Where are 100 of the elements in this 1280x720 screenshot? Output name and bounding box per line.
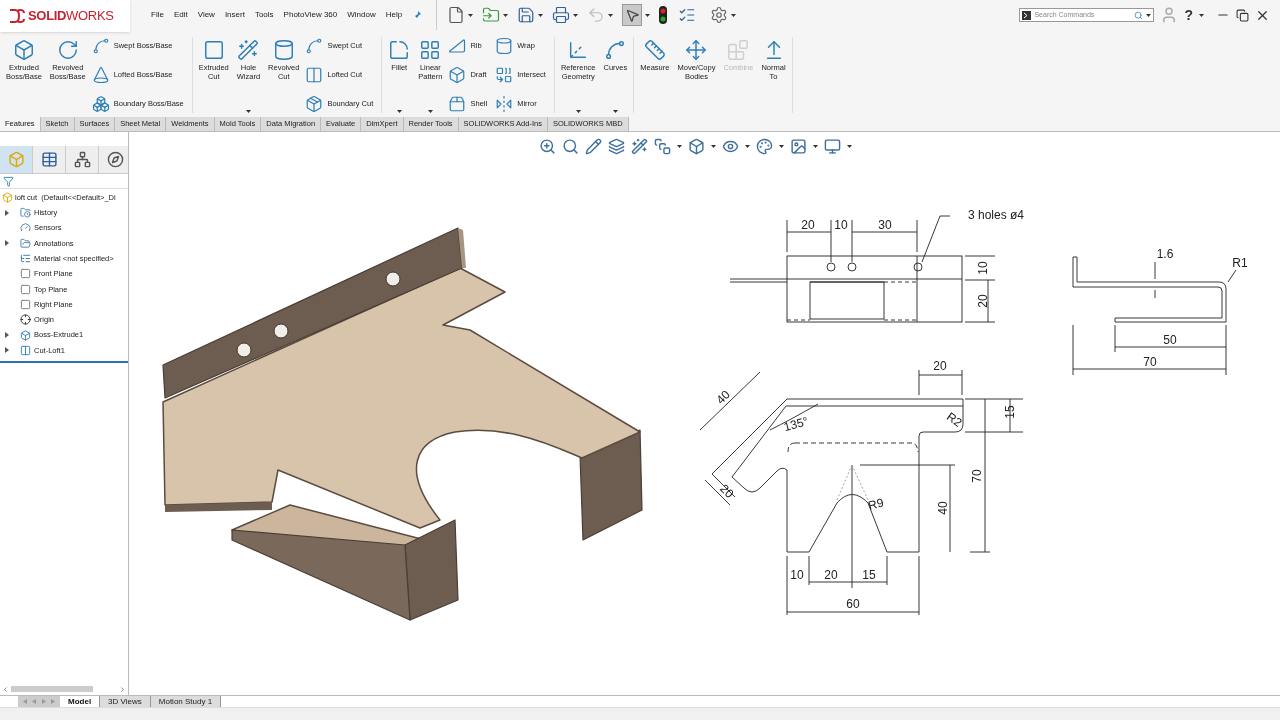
help-button[interactable]: ? xyxy=(1184,4,1193,26)
gear-icon[interactable] xyxy=(710,6,729,24)
dimension-label: 70 xyxy=(970,469,984,483)
menu-item[interactable]: Tools xyxy=(254,9,274,21)
caret-icon[interactable] xyxy=(645,13,651,17)
menu-item[interactable]: View xyxy=(197,9,215,21)
box-icon xyxy=(448,66,467,84)
dimension-label: 10 xyxy=(834,218,848,232)
menu-item[interactable]: Window xyxy=(347,9,376,21)
overlap-icon xyxy=(495,66,514,84)
menu-item[interactable]: Insert xyxy=(224,9,245,21)
eye-icon[interactable] xyxy=(722,138,739,155)
caret-icon[interactable] xyxy=(813,145,818,148)
dimension-label: 40 xyxy=(713,387,733,407)
caret-icon[interactable] xyxy=(503,13,509,17)
zoom-icon[interactable] xyxy=(539,138,556,155)
caret-icon[interactable] xyxy=(1146,13,1152,17)
dimension-label: 135° xyxy=(782,414,810,435)
scene-icon[interactable] xyxy=(790,138,807,155)
rotate-icon xyxy=(56,39,79,61)
dimension-label: 70 xyxy=(1143,355,1157,369)
cut-icon xyxy=(20,344,31,356)
dimension-label: R9 xyxy=(866,495,886,513)
wand-icon[interactable] xyxy=(631,138,648,155)
caret-icon[interactable] xyxy=(847,145,852,148)
expand-arrow-icon[interactable] xyxy=(5,209,9,216)
monitor-icon[interactable] xyxy=(824,138,841,155)
cylinder-icon xyxy=(272,39,295,61)
caret-icon[interactable] xyxy=(612,110,618,113)
dimension-label: 20 xyxy=(976,294,990,308)
caret-icon[interactable] xyxy=(731,13,737,17)
boxes-icon xyxy=(91,95,110,113)
section-icon[interactable] xyxy=(608,138,625,155)
panel-tab[interactable] xyxy=(99,146,128,173)
dimension-label: 15 xyxy=(862,568,876,582)
document-icon[interactable] xyxy=(447,6,466,24)
cube-icon[interactable] xyxy=(688,138,705,155)
caret-icon[interactable] xyxy=(245,110,251,113)
box-icon xyxy=(12,39,35,61)
menu-item[interactable]: Help xyxy=(385,9,403,21)
dimension-label: 10 xyxy=(976,261,990,275)
dimension-label: 20 xyxy=(717,481,737,501)
dimension-label: 20 xyxy=(933,359,947,373)
spline-icon xyxy=(604,39,627,61)
list-icon[interactable] xyxy=(678,6,697,24)
pointer-icon xyxy=(624,7,640,23)
expand-arrow-icon[interactable] xyxy=(5,240,9,247)
columns-icon xyxy=(305,66,324,84)
menu-item[interactable]: PhotoView 360 xyxy=(283,9,338,21)
scroll-right-icon[interactable] xyxy=(119,685,126,693)
list-icon xyxy=(20,253,31,265)
select-button[interactable] xyxy=(622,4,643,26)
compass-icon xyxy=(106,151,124,168)
dimension-label: 40 xyxy=(936,501,950,515)
package-icon xyxy=(448,95,467,113)
expand-arrow-icon[interactable] xyxy=(5,347,9,354)
caret-icon[interactable] xyxy=(745,145,750,148)
folder-clock-icon xyxy=(20,207,31,219)
pencil-icon[interactable] xyxy=(585,138,602,155)
square-icon xyxy=(202,39,225,61)
menu-item[interactable]: File xyxy=(151,9,164,21)
printer-icon[interactable] xyxy=(552,6,571,24)
caret-icon[interactable] xyxy=(396,110,402,113)
dimension-label: 10 xyxy=(790,568,804,582)
filter-icon[interactable] xyxy=(3,175,14,187)
configuration-tree-icon xyxy=(73,151,91,168)
traffic-light-icon[interactable] xyxy=(659,6,668,24)
scroll-left-icon[interactable] xyxy=(2,685,9,693)
caret-icon[interactable] xyxy=(677,145,682,148)
model-tab[interactable]: 3D Views xyxy=(100,696,151,707)
palette-icon[interactable] xyxy=(756,138,773,155)
panel-tab[interactable] xyxy=(66,146,99,173)
dimension-label: 30 xyxy=(878,218,892,232)
search-icon[interactable] xyxy=(562,138,579,155)
caret-icon[interactable] xyxy=(711,145,716,148)
logo-icon xyxy=(8,8,26,24)
caret-icon[interactable] xyxy=(779,145,784,148)
restore-icon[interactable] xyxy=(1236,8,1249,22)
dimension-label: 50 xyxy=(1163,333,1177,347)
caret-icon[interactable] xyxy=(573,13,579,17)
caret-icon[interactable] xyxy=(1199,13,1204,17)
dimension-label: R2 xyxy=(944,409,965,430)
caret-icon[interactable] xyxy=(427,110,433,113)
spline-icon xyxy=(91,37,110,55)
caret-icon[interactable] xyxy=(468,13,474,17)
expand-arrow-icon[interactable] xyxy=(5,332,9,338)
panel-tab[interactable] xyxy=(33,146,66,173)
menu-item[interactable]: Edit xyxy=(173,9,188,21)
scrollbar-thumb[interactable] xyxy=(11,686,93,692)
caret-icon[interactable] xyxy=(575,110,581,113)
stack-icon[interactable] xyxy=(654,138,671,155)
box-icon xyxy=(20,329,31,341)
blocks-icon xyxy=(727,39,750,61)
save-icon[interactable] xyxy=(517,6,536,24)
plane-icon xyxy=(20,283,31,295)
caret-icon[interactable] xyxy=(608,13,614,17)
caret-icon[interactable] xyxy=(538,13,544,17)
dimension-label: 20 xyxy=(801,218,815,232)
gauge-icon xyxy=(20,222,31,234)
command-prompt-icon xyxy=(1022,10,1032,20)
